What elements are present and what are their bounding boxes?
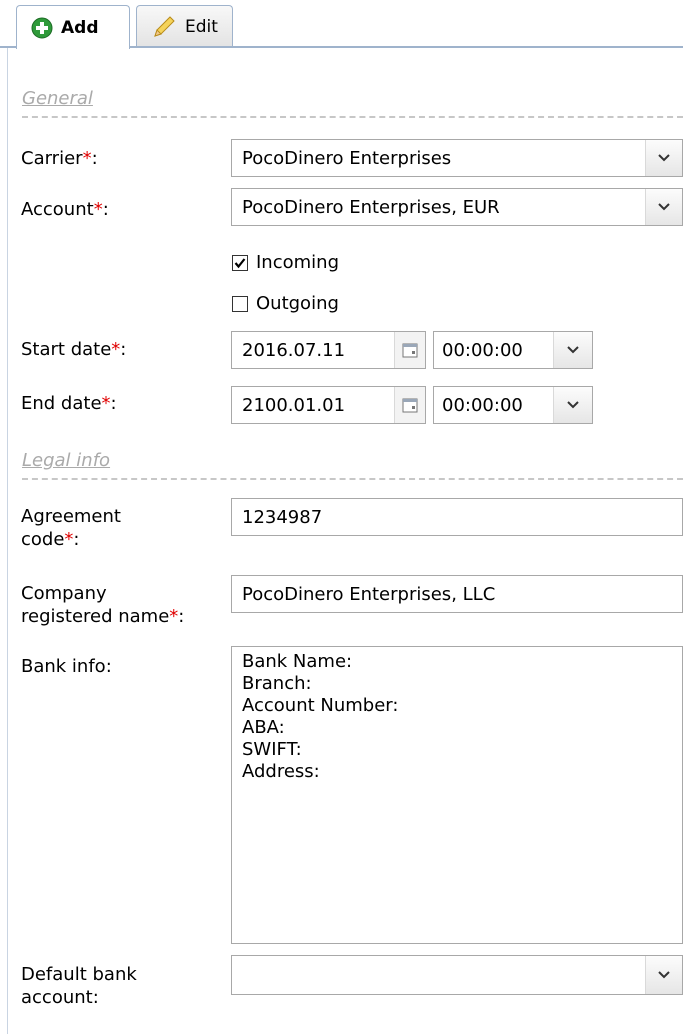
chevron-down-icon[interactable] — [645, 140, 682, 176]
company-name-label: Company registered name*: — [21, 583, 185, 627]
tab-add[interactable]: Add — [16, 5, 130, 49]
end-date-label: End date*: — [21, 393, 117, 414]
agreement-code-input[interactable]: 1234987 — [231, 498, 683, 536]
outgoing-checkbox[interactable]: Outgoing — [232, 293, 339, 314]
bank-info-label: Bank info: — [21, 656, 112, 677]
checkbox-unchecked-icon[interactable] — [232, 295, 248, 312]
start-time-value: 00:00:00 — [442, 339, 523, 361]
checkbox-checked-icon[interactable] — [232, 254, 248, 271]
account-label: Account*: — [21, 199, 109, 220]
add-icon — [31, 17, 53, 39]
section-divider — [22, 116, 683, 118]
outgoing-label: Outgoing — [256, 293, 339, 314]
calendar-icon[interactable] — [394, 332, 425, 368]
company-name-input[interactable]: PocoDinero Enterprises, LLC — [231, 575, 683, 613]
bank-info-textarea[interactable]: Bank Name: Branch: Account Number: ABA: … — [231, 646, 683, 944]
incoming-label: Incoming — [256, 252, 339, 273]
start-date-value: 2016.07.11 — [242, 339, 346, 361]
section-general-title: General — [22, 88, 93, 109]
tab-bar: Add Edit — [0, 0, 683, 49]
chevron-down-icon[interactable] — [553, 387, 592, 423]
tab-edit[interactable]: Edit — [136, 5, 233, 47]
section-legal-title: Legal info — [22, 450, 111, 471]
carrier-label: Carrier*: — [21, 148, 98, 169]
chevron-down-icon[interactable] — [645, 956, 682, 994]
end-time-select[interactable]: 00:00:00 — [433, 386, 593, 424]
section-divider — [22, 478, 683, 480]
pencil-icon — [151, 14, 177, 40]
default-bank-label: Default bank account: — [21, 964, 137, 1008]
calendar-icon[interactable] — [394, 387, 425, 423]
default-bank-select[interactable] — [231, 955, 683, 995]
start-date-field[interactable]: 2016.07.11 — [231, 331, 426, 369]
incoming-checkbox[interactable]: Incoming — [232, 252, 339, 273]
agreement-code-label: Agreement code*: — [21, 506, 121, 550]
tab-edit-label: Edit — [185, 16, 218, 37]
chevron-down-icon[interactable] — [645, 189, 682, 225]
account-value: PocoDinero Enterprises, EUR — [242, 196, 500, 218]
chevron-down-icon[interactable] — [553, 332, 592, 368]
carrier-value: PocoDinero Enterprises — [242, 147, 452, 169]
start-time-select[interactable]: 00:00:00 — [433, 331, 593, 369]
tab-add-label: Add — [61, 17, 99, 38]
carrier-select[interactable]: PocoDinero Enterprises — [231, 139, 683, 177]
end-time-value: 00:00:00 — [442, 394, 523, 416]
start-date-label: Start date*: — [21, 339, 127, 360]
end-date-value: 2100.01.01 — [242, 394, 346, 416]
account-select[interactable]: PocoDinero Enterprises, EUR — [231, 188, 683, 226]
end-date-field[interactable]: 2100.01.01 — [231, 386, 426, 424]
